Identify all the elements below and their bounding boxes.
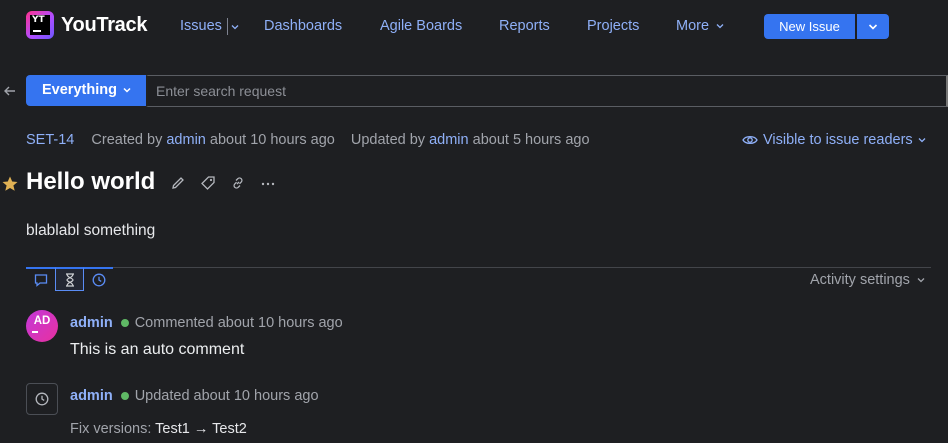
avatar-initials: AD	[33, 315, 51, 327]
comment-icon	[34, 274, 47, 287]
new-value: Test2	[212, 421, 247, 437]
comments-tab[interactable]	[26, 267, 55, 291]
history-tab[interactable]	[55, 267, 84, 291]
comment-header: admin Commented about 10 hours ago	[70, 315, 343, 331]
updated-prefix: Updated by	[350, 132, 426, 148]
time-tab[interactable]	[84, 267, 113, 291]
chevron-down-icon	[868, 23, 878, 30]
old-value: Test1	[155, 421, 190, 437]
search-scope-selector[interactable]: Everything	[26, 75, 146, 106]
activity-settings-label: Activity settings	[810, 272, 910, 288]
avatar[interactable]: AD	[26, 310, 58, 342]
nav-reports[interactable]: Reports	[499, 17, 550, 35]
visibility-label: Visible to issue readers	[763, 132, 913, 148]
nav-dashboards[interactable]: Dashboards	[264, 17, 342, 35]
search-input[interactable]	[146, 75, 948, 107]
issue-meta: SET-14 Created by admin about 10 hours a…	[26, 132, 590, 148]
nav-more[interactable]: More	[676, 17, 724, 35]
comment-action: Commented about 10 hours ago	[134, 315, 343, 331]
youtrack-logo-icon: YT	[26, 11, 54, 39]
chevron-down-icon	[123, 87, 131, 93]
created-by-link[interactable]: admin	[166, 132, 206, 148]
back-arrow-icon[interactable]	[2, 83, 18, 99]
history-entry-icon	[26, 383, 58, 415]
eye-icon	[742, 135, 758, 145]
update-author-link[interactable]: admin	[70, 388, 113, 404]
new-issue-menu-button[interactable]	[857, 14, 889, 39]
updated-time: about 5 hours ago	[472, 132, 590, 148]
hourglass-icon	[65, 272, 74, 287]
visibility-selector[interactable]: Visible to issue readers	[742, 132, 931, 148]
created-prefix: Created by	[91, 132, 163, 148]
activity-settings-button[interactable]: Activity settings	[810, 272, 925, 288]
issue-id[interactable]: SET-14	[26, 132, 74, 148]
nav-issues-dropdown[interactable]	[231, 18, 239, 36]
link-icon[interactable]	[230, 175, 246, 191]
issue-description: blablabl something	[26, 222, 156, 239]
updated-by-link[interactable]: admin	[429, 132, 469, 148]
online-status-dot	[120, 318, 129, 327]
nav-issues[interactable]: Issues	[180, 17, 222, 35]
comment-text: This is an auto comment	[70, 341, 245, 358]
chevron-down-icon	[918, 138, 926, 143]
app-logo[interactable]: YT YouTrack	[26, 11, 147, 39]
search-scope-label: Everything	[42, 82, 117, 98]
issue-title: Hello world	[26, 168, 156, 195]
created-time: about 10 hours ago	[209, 132, 335, 148]
pencil-icon[interactable]	[170, 175, 186, 191]
change-arrow: →	[193, 421, 209, 437]
update-header: admin Updated about 10 hours ago	[70, 388, 319, 404]
online-status-dot	[120, 391, 129, 400]
logo-letters: YT	[32, 15, 45, 25]
new-issue-button[interactable]: New Issue	[764, 14, 855, 39]
nav-more-label: More	[676, 18, 710, 34]
top-bar: YT YouTrack Issues Dashboards Agile Boar…	[0, 0, 948, 54]
star-icon[interactable]	[1, 175, 19, 193]
nav-issues-separator	[227, 18, 228, 35]
clock-icon	[92, 273, 105, 287]
app-name: YouTrack	[61, 13, 148, 36]
activity-divider	[26, 267, 931, 268]
activity-tabs	[26, 267, 113, 291]
title-toolbar	[170, 175, 290, 191]
field-change-label: Fix versions:	[70, 421, 152, 437]
chevron-down-icon	[231, 25, 239, 30]
nav-agile-boards[interactable]: Agile Boards	[380, 17, 462, 35]
chevron-down-icon	[917, 278, 925, 283]
search-row: Everything	[0, 75, 948, 107]
clock-icon	[35, 392, 49, 406]
comment-author-link[interactable]: admin	[70, 315, 113, 331]
update-action: Updated about 10 hours ago	[134, 388, 319, 404]
more-icon[interactable]	[260, 175, 276, 191]
chevron-down-icon	[716, 24, 724, 29]
tag-icon[interactable]	[200, 175, 216, 191]
nav-projects[interactable]: Projects	[587, 17, 639, 35]
field-change: Fix versions: Test1 → Test2	[70, 421, 247, 437]
